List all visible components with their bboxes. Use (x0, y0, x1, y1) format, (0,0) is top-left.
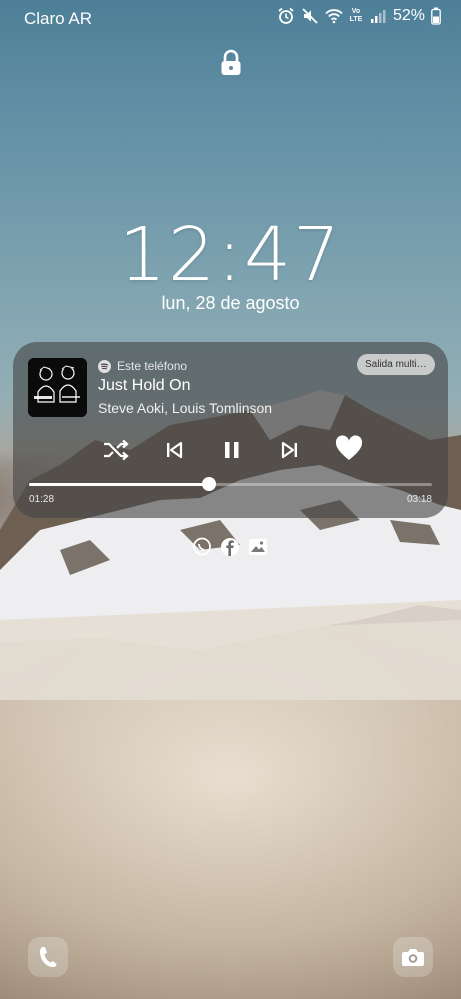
mute-icon (302, 8, 318, 24)
battery-icon (431, 7, 441, 25)
album-art-image (28, 358, 87, 417)
status-icons: Vo LTE 52% (277, 7, 441, 25)
alarm-icon (278, 7, 294, 24)
track-artist: Steve Aoki, Louis Tomlinson (98, 400, 273, 416)
signal-icon (370, 10, 386, 23)
lockscreen-date: lun, 28 de agosto (161, 293, 300, 313)
phone-icon (40, 947, 57, 968)
shuffle-icon[interactable] (102, 437, 130, 463)
previous-icon[interactable] (165, 437, 183, 463)
media-output-button[interactable]: Salida multime... (357, 354, 435, 375)
heart-icon[interactable] (335, 435, 363, 463)
camera-icon (402, 949, 424, 966)
phone-shortcut[interactable] (28, 937, 68, 977)
time-total: 03:18 (406, 494, 432, 505)
status-bar: Claro AR Vo LTE 52% (0, 0, 461, 36)
facebook-icon[interactable] (220, 537, 240, 557)
wifi-icon (325, 9, 343, 24)
next-icon[interactable] (281, 437, 299, 463)
notification-icons[interactable] (192, 537, 268, 557)
gallery-icon[interactable] (248, 537, 268, 557)
lockscreen-clock: 12:47 (118, 212, 343, 298)
camera-shortcut[interactable] (393, 937, 433, 977)
track-title: Just Hold On (98, 377, 191, 394)
carrier-label: Claro AR (24, 9, 93, 28)
media-player-card[interactable]: Este teléfono Salida multime... Just Hol… (13, 342, 448, 518)
progress-thumb[interactable] (202, 477, 217, 491)
time-elapsed: 01:28 (29, 494, 55, 505)
whatsapp-icon[interactable] (192, 537, 212, 557)
volte-icon: Vo LTE (349, 8, 363, 23)
battery-percent: 52% (392, 7, 425, 24)
album-art (28, 358, 87, 417)
media-source: Este teléfono (98, 359, 187, 373)
lock-icon[interactable] (220, 49, 242, 77)
media-controls (13, 435, 448, 463)
progress-fill (29, 483, 210, 486)
media-source-label: Este teléfono (117, 359, 188, 373)
pause-icon[interactable] (223, 437, 241, 463)
spotify-icon (98, 359, 111, 373)
progress-bar[interactable] (29, 477, 432, 491)
